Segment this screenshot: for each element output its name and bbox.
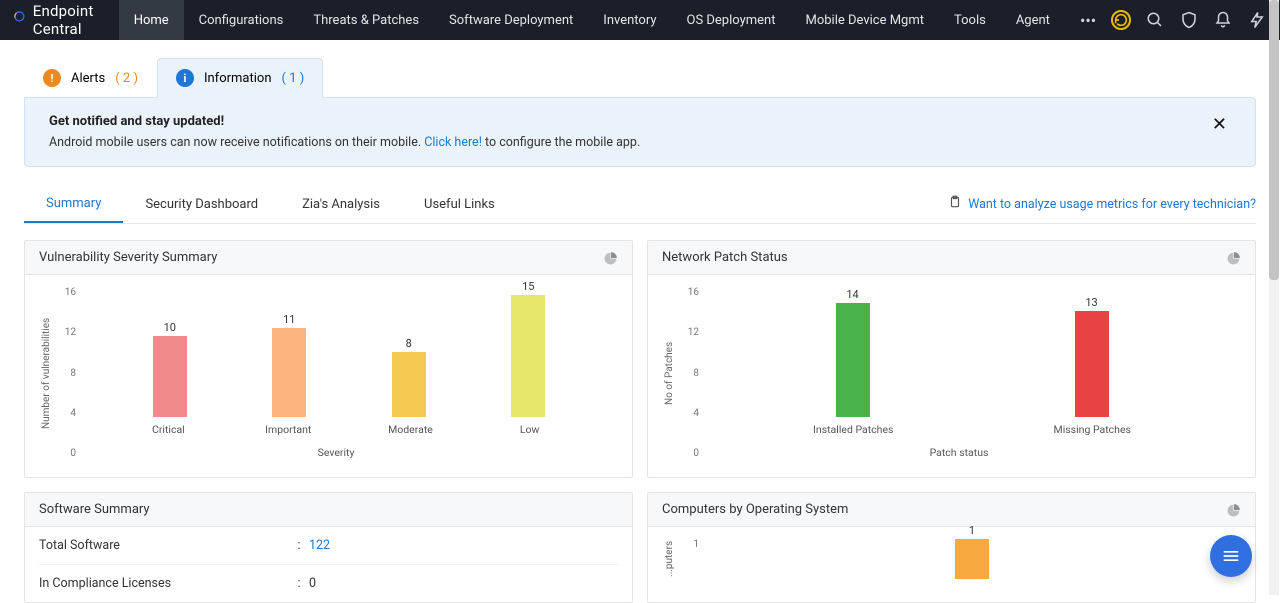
nav-home[interactable]: Home (119, 0, 184, 40)
page-content: ! Alerts ( 2 ) i Information ( 1 ) Get n… (0, 40, 1280, 603)
x-labels: CriticalImportantModerateLow (80, 417, 618, 436)
card-body: Number of vulnerabilities 1612840 101181… (25, 275, 632, 477)
plot-area: 1011815 (80, 287, 618, 417)
nav-threats-patches[interactable]: Threats & Patches (298, 0, 434, 40)
card-header: Network Patch Status (648, 241, 1255, 275)
clipboard-icon (948, 195, 962, 213)
plot-area: 14 13 (703, 287, 1241, 417)
pie-chart-icon[interactable] (604, 251, 618, 265)
tab-alerts-count: ( 2 ) (115, 71, 138, 86)
bar[interactable]: 10 (150, 321, 190, 417)
help-menu-button[interactable] (1210, 535, 1252, 577)
card-title: Network Patch Status (662, 250, 788, 265)
y-ticks: 1612840 (677, 287, 703, 459)
alert-tabs: ! Alerts ( 2 ) i Information ( 1 ) (24, 58, 1256, 98)
nav-more-icon[interactable]: ••• (1065, 0, 1111, 40)
banner-body: Get notified and stay updated! Android m… (49, 114, 640, 150)
bar[interactable]: 11 (269, 313, 309, 417)
subtab-zia-analysis[interactable]: Zia's Analysis (280, 187, 402, 222)
card-header: Computers by Operating System (648, 493, 1255, 527)
vuln-chart: Number of vulnerabilities 1612840 101181… (39, 283, 618, 459)
os-chart: ...puters 1 1 (662, 535, 1241, 579)
subtab-useful-links[interactable]: Useful Links (402, 187, 517, 222)
bar[interactable]: 14 (833, 288, 873, 417)
row-value: 0 (309, 576, 316, 591)
subtab-security-dashboard[interactable]: Security Dashboard (123, 187, 280, 222)
x-labels: Installed PatchesMissing Patches (703, 417, 1241, 436)
alert-icon: ! (43, 69, 61, 87)
nav-mdm[interactable]: Mobile Device Mgmt (790, 0, 939, 40)
bar[interactable]: 1 (952, 524, 992, 579)
bar[interactable]: 15 (508, 280, 548, 417)
banner-link[interactable]: Click here! (424, 135, 482, 150)
card-title: Computers by Operating System (662, 502, 848, 517)
y-ticks: 1 (677, 539, 703, 579)
banner-title: Get notified and stay updated! (49, 114, 640, 129)
brand-logo (14, 11, 25, 29)
patch-chart: No of Patches 1612840 1413 Installed Pat… (662, 283, 1241, 459)
topbar: Endpoint Central Home Configurations Thr… (0, 0, 1280, 40)
card-title: Software Summary (39, 502, 150, 517)
pie-chart-icon[interactable] (1227, 503, 1241, 517)
y-ticks: 1612840 (54, 287, 80, 459)
info-icon: i (176, 69, 194, 87)
software-row: Total Software : 122 (39, 527, 618, 564)
subtabs: Summary Security Dashboard Zia's Analysi… (24, 185, 1256, 224)
software-row: In Compliance Licenses : 0 (39, 564, 618, 602)
card-software-summary: Software Summary Total Software : 122 In… (24, 492, 633, 603)
brand: Endpoint Central (0, 0, 119, 40)
info-banner: Get notified and stay updated! Android m… (24, 97, 1256, 167)
bar[interactable]: 13 (1072, 296, 1112, 417)
pie-chart-icon[interactable] (1227, 251, 1241, 265)
card-header: Software Summary (25, 493, 632, 527)
shield-icon[interactable] (1179, 10, 1199, 30)
tab-info-count: ( 1 ) (282, 71, 305, 86)
refresh-icon[interactable] (1111, 10, 1131, 30)
bar[interactable]: 8 (389, 337, 429, 417)
tab-alerts-label: Alerts (71, 71, 105, 86)
row-value-link[interactable]: 122 (309, 538, 330, 553)
tab-information[interactable]: i Information ( 1 ) (157, 58, 323, 98)
row-label: Total Software (39, 538, 289, 553)
row-label: In Compliance Licenses (39, 576, 289, 591)
card-body: No of Patches 1612840 1413 Installed Pat… (648, 275, 1255, 477)
nav-items: Home Configurations Threats & Patches So… (119, 0, 1111, 40)
bell-icon[interactable] (1213, 10, 1233, 30)
nav-os-deployment[interactable]: OS Deployment (672, 0, 791, 40)
card-body: Total Software : 122 In Compliance Licen… (25, 527, 632, 602)
analytics-link[interactable]: Want to analyze usage metrics for every … (948, 185, 1256, 223)
search-icon[interactable] (1145, 10, 1165, 30)
nav-agent[interactable]: Agent (1001, 0, 1065, 40)
plot-area: 1 (703, 539, 1241, 579)
dash-grid: Vulnerability Severity Summary Number of… (24, 240, 1256, 603)
scrollbar[interactable] (1269, 0, 1279, 595)
card-header: Vulnerability Severity Summary (25, 241, 632, 275)
nav-software-deployment[interactable]: Software Deployment (434, 0, 588, 40)
nav-inventory[interactable]: Inventory (588, 0, 671, 40)
card-os: Computers by Operating System ...puters … (647, 492, 1256, 603)
card-title: Vulnerability Severity Summary (39, 250, 217, 265)
tab-alerts[interactable]: ! Alerts ( 2 ) (24, 58, 157, 98)
card-body: ...puters 1 1 (648, 527, 1255, 597)
subtab-summary[interactable]: Summary (24, 186, 123, 223)
card-vulnerability: Vulnerability Severity Summary Number of… (24, 240, 633, 478)
nav-right (1111, 0, 1280, 40)
nav-tools[interactable]: Tools (939, 0, 1001, 40)
nav-configurations[interactable]: Configurations (184, 0, 299, 40)
card-patch-status: Network Patch Status No of Patches 16128… (647, 240, 1256, 478)
tab-info-label: Information (204, 71, 272, 86)
scrollbar-thumb[interactable] (1269, 0, 1279, 280)
bolt-icon[interactable] (1247, 10, 1267, 30)
banner-text: Android mobile users can now receive not… (49, 135, 640, 150)
brand-name: Endpoint Central (33, 2, 101, 38)
close-icon[interactable]: ✕ (1208, 114, 1231, 135)
